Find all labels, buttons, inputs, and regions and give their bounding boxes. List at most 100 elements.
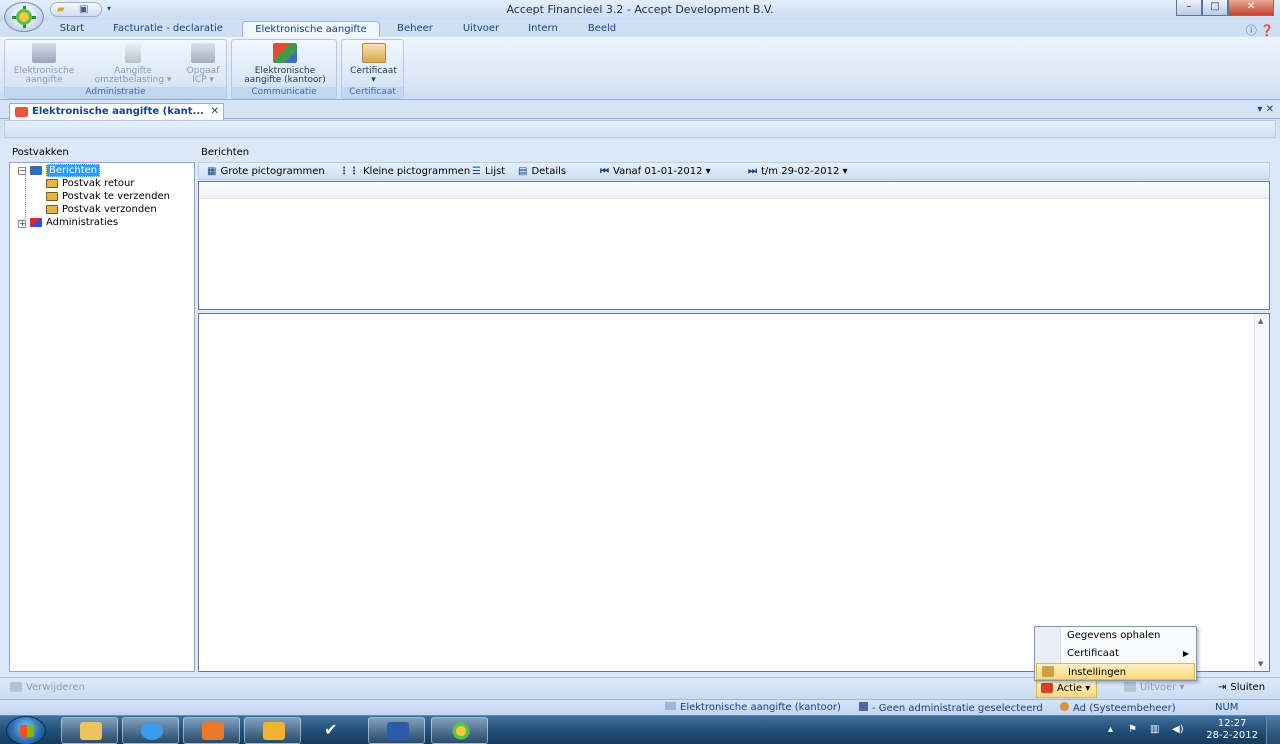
group-communicatie: Elektronische aangifte (kantoor) Communi… <box>231 39 337 99</box>
group-administratie: Elektronische aangifte Aangifte omzetbel… <box>4 39 227 99</box>
menu-item-instellingen[interactable]: Instellingen <box>1036 663 1195 680</box>
last-page-icon: ⏭ <box>748 166 757 177</box>
tab-beeld[interactable]: Beeld <box>580 21 624 37</box>
chevron-down-icon: ▾ <box>1085 683 1091 694</box>
taskbar-word[interactable] <box>368 717 425 744</box>
group-label-certificaat: Certificaat <box>342 87 403 98</box>
status-user: Ad (Systeembeheer) <box>1060 702 1176 714</box>
show-desktop-button[interactable] <box>1266 716 1280 744</box>
envelope-icon <box>15 107 28 117</box>
tab-start[interactable]: Start <box>54 21 90 37</box>
taskbar-outlook[interactable] <box>244 717 301 744</box>
scroll-down-icon[interactable]: ▼ <box>1258 660 1263 668</box>
chevron-down-icon: ▾ <box>1179 682 1185 693</box>
aangifte-omzetbelasting-button[interactable]: Aangifte omzetbelasting ▾ <box>85 43 181 85</box>
small-icons-button[interactable]: ⋮⋮ Kleine pictogrammen <box>339 165 470 178</box>
word-icon <box>387 722 409 740</box>
taskbar-explorer[interactable] <box>61 717 118 744</box>
module-icon <box>665 702 676 710</box>
submenu-arrow-icon: ▶ <box>1182 649 1189 658</box>
tree-node-administraties[interactable]: Administraties <box>30 217 118 229</box>
details-view-button[interactable]: ▤ Details <box>518 165 566 178</box>
windows-logo-icon <box>20 725 34 737</box>
outlook-icon <box>263 722 285 740</box>
action-menu: Gegevens ophalen Certificaat ▶ Instelling… <box>1034 626 1197 681</box>
certificaat-button[interactable]: Certificaat ▾ <box>344 43 403 85</box>
list-view-button[interactable]: ☰ Lijst <box>472 165 505 178</box>
vertical-scrollbar[interactable]: ▲ ▼ <box>1254 314 1269 671</box>
volume-icon[interactable]: ◀) <box>1172 724 1184 735</box>
tab-facturatie[interactable]: Facturatie - declaratie <box>104 21 232 37</box>
taskbar-internet-explorer[interactable] <box>122 717 179 744</box>
status-bar: Elektronische aangifte (kantoor) - Geen … <box>0 699 1280 715</box>
delete-icon <box>10 682 22 692</box>
action-button[interactable]: Actie ▾ <box>1036 679 1098 698</box>
ribbon: Elektronische aangifte Aangifte omzetbel… <box>0 37 1280 100</box>
document-controls[interactable]: ▾ ✕ <box>1257 104 1274 115</box>
action-center-flag-icon[interactable]: ⚑ <box>1128 724 1137 735</box>
minimize-button[interactable]: – <box>1176 0 1202 16</box>
taskbar-media-player[interactable] <box>183 717 240 744</box>
postvakken-caption: Postvakken <box>12 147 69 158</box>
elektronische-aangifte-button[interactable]: Elektronische aangifte <box>7 43 81 85</box>
from-date-dropdown[interactable]: ⏮ Vanaf 01-01-2012 ▾ <box>600 165 711 178</box>
elektronische-aangifte-kantoor-button[interactable]: Elektronische aangifte (kantoor) <box>234 43 336 85</box>
export-icon <box>1124 682 1136 692</box>
small-icons-icon: ⋮⋮ <box>339 166 359 177</box>
collapse-icon[interactable]: − <box>18 167 26 175</box>
internet-explorer-icon <box>141 722 163 740</box>
tree-node-postvak-te-verzenden[interactable]: Postvak te verzenden <box>46 191 170 203</box>
close-icon[interactable]: ✕ <box>211 104 219 119</box>
exit-icon: ⇥ <box>1218 682 1227 693</box>
tab-beheer[interactable]: Beheer <box>390 21 440 37</box>
certificate-icon <box>361 43 386 63</box>
delete-button[interactable]: Verwijderen <box>10 682 85 693</box>
document-tab[interactable]: Elektronische aangifte (kant... ✕ <box>9 103 224 120</box>
tree-node-postvak-retour[interactable]: Postvak retour <box>46 178 134 190</box>
network-icon[interactable]: ▥ <box>1150 724 1159 735</box>
list-icon: ☰ <box>472 166 481 177</box>
tab-elektronische-aangifte[interactable]: Elektronische aangifte <box>242 21 380 37</box>
truck-icon <box>191 43 215 63</box>
close-button[interactable]: ⇥ Sluiten <box>1218 682 1265 693</box>
tree-node-postvak-verzonden[interactable]: Postvak verzonden <box>46 204 157 216</box>
expand-icon[interactable]: + <box>18 220 26 228</box>
document-tab-bar: Elektronische aangifte (kant... ✕ ▾ ✕ <box>0 101 1280 120</box>
first-page-icon: ⏮ <box>600 166 609 177</box>
media-player-icon <box>202 722 224 740</box>
application-menu-button[interactable] <box>4 2 44 32</box>
tab-uitvoer[interactable]: Uitvoer <box>454 21 508 37</box>
administration-icon <box>30 217 42 227</box>
large-icons-button[interactable]: ▦ Grote pictogrammen <box>207 165 325 178</box>
close-window-button[interactable]: ✕ <box>1228 0 1274 16</box>
clock[interactable]: 12:27 28-2-2012 <box>1206 718 1258 742</box>
scroll-up-icon[interactable]: ▲ <box>1258 317 1263 325</box>
accept-financieel-icon <box>450 722 472 740</box>
tree-node-berichten[interactable]: Berichten <box>30 164 101 177</box>
inbox-icon <box>46 204 58 214</box>
start-button[interactable] <box>6 716 46 744</box>
menu-item-certificaat[interactable]: Certificaat ▶ <box>1036 645 1195 662</box>
export-button[interactable]: Uitvoer ▾ <box>1124 682 1185 693</box>
menu-item-gegevens-ophalen[interactable]: Gegevens ophalen <box>1036 627 1195 644</box>
message-detail[interactable]: ▲ ▼ <box>198 313 1270 672</box>
folder-tree-icon <box>30 165 42 175</box>
list-header <box>199 182 1269 199</box>
help-icon[interactable]: ⓘ ❓ <box>1246 22 1274 38</box>
tab-intern[interactable]: Intern <box>520 21 566 37</box>
large-icons-icon: ▦ <box>207 166 217 177</box>
settings-icon <box>1042 666 1054 677</box>
taskbar-ticker[interactable]: ✔ <box>305 717 362 744</box>
group-label-communicatie: Communicatie <box>232 87 336 98</box>
maximize-button[interactable]: □ <box>1202 0 1228 16</box>
taskbar-accept-financieel[interactable] <box>431 717 488 744</box>
mailbox-tree: − Berichten Postvak retour Postvak te ve… <box>9 162 195 672</box>
computer-icon <box>32 43 56 63</box>
view-toolbar: ▦ Grote pictogrammen ⋮⋮ Kleine pictogramme… <box>198 162 1270 180</box>
document-subbar <box>4 120 1276 138</box>
message-list[interactable] <box>198 181 1270 310</box>
inbox-icon <box>46 191 58 201</box>
to-date-dropdown[interactable]: ⏭ t/m 29-02-2012 ▾ <box>748 165 848 178</box>
opgaaf-icp-button[interactable]: Opgaaf ICP ▾ <box>181 43 225 85</box>
show-hidden-icons-icon[interactable]: ▴ <box>1108 724 1113 735</box>
